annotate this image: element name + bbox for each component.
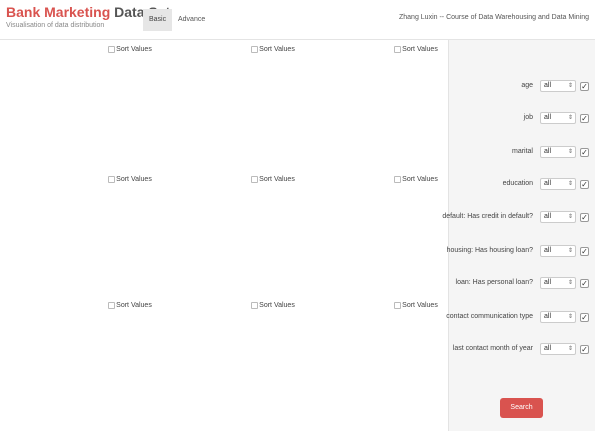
filter-label: education bbox=[502, 180, 533, 187]
education-select[interactable]: all ⇕ bbox=[540, 178, 576, 190]
chart-panel: Sort Values bbox=[198, 296, 348, 416]
age-select[interactable]: all ⇕ bbox=[540, 80, 576, 92]
sort-values-toggle[interactable]: Sort Values bbox=[198, 302, 348, 309]
select-value: all bbox=[544, 114, 552, 121]
search-button[interactable]: Search bbox=[500, 398, 543, 418]
filter-label: loan: Has personal loan? bbox=[455, 279, 533, 286]
select-caret-icon: ⇕ bbox=[567, 181, 573, 187]
sort-values-toggle[interactable]: Sort Values bbox=[198, 46, 348, 53]
select-caret-icon: ⇕ bbox=[567, 115, 573, 121]
select-value: all bbox=[544, 279, 552, 286]
navbar: Bank Marketing Data Set Visualisation of… bbox=[0, 0, 595, 40]
sort-values-label: Sort Values bbox=[402, 46, 438, 53]
contact-checkbox[interactable]: ✓ bbox=[580, 313, 589, 322]
education-checkbox[interactable]: ✓ bbox=[580, 180, 589, 189]
sort-values-label: Sort Values bbox=[259, 302, 295, 309]
filter-label: marital bbox=[511, 148, 533, 155]
select-value: all bbox=[544, 148, 552, 155]
filter-sidebar: age all ⇕ ✓ job all ⇕ ✓ marital all ⇕ ✓ edu… bbox=[442, 40, 595, 431]
contact-select[interactable]: all ⇕ bbox=[540, 311, 576, 323]
filter-label: housing: Has housing loan? bbox=[446, 247, 533, 254]
filter-marital: marital all ⇕ ✓ bbox=[449, 145, 591, 161]
loan-checkbox[interactable]: ✓ bbox=[580, 279, 589, 288]
job-select[interactable]: all ⇕ bbox=[540, 112, 576, 124]
filter-label: default: Has credit in default? bbox=[442, 213, 533, 220]
select-value: all bbox=[544, 213, 552, 220]
select-value: all bbox=[544, 313, 552, 320]
author-credit: Zhang Luxin -- Course of Data Warehousin… bbox=[398, 14, 589, 21]
filter-loan: loan: Has personal loan? all ⇕ ✓ bbox=[449, 276, 591, 292]
sort-values-label: Sort Values bbox=[116, 46, 152, 53]
sort-values-label: Sort Values bbox=[402, 176, 438, 183]
sort-checkbox[interactable] bbox=[108, 302, 116, 309]
default-select[interactable]: all ⇕ bbox=[540, 211, 576, 223]
marital-checkbox[interactable]: ✓ bbox=[580, 148, 589, 157]
loan-select[interactable]: all ⇕ bbox=[540, 277, 576, 289]
chart-panel: Sort Values bbox=[55, 40, 205, 160]
tab-advance[interactable]: Advance bbox=[172, 9, 211, 31]
sort-values-toggle[interactable]: Sort Values bbox=[55, 176, 205, 183]
month-select[interactable]: all ⇕ bbox=[540, 343, 576, 355]
sort-values-label: Sort Values bbox=[259, 176, 295, 183]
select-value: all bbox=[544, 180, 552, 187]
tab-basic[interactable]: Basic bbox=[143, 9, 173, 31]
select-caret-icon: ⇕ bbox=[567, 280, 573, 286]
sort-values-toggle[interactable]: Sort Values bbox=[55, 302, 205, 309]
sort-values-toggle[interactable]: Sort Values bbox=[55, 46, 205, 53]
chart-panel: Sort Values bbox=[55, 296, 205, 416]
sort-values-label: Sort Values bbox=[116, 302, 152, 309]
filter-housing: housing: Has housing loan? all ⇕ ✓ bbox=[446, 244, 591, 260]
sort-checkbox[interactable] bbox=[251, 46, 259, 53]
filter-month: last contact month of year all ⇕ ✓ bbox=[449, 342, 591, 358]
sort-checkbox[interactable] bbox=[394, 176, 402, 183]
age-checkbox[interactable]: ✓ bbox=[580, 82, 589, 91]
app-title-primary: Bank Marketing bbox=[6, 4, 111, 20]
select-value: all bbox=[544, 345, 552, 352]
sort-checkbox[interactable] bbox=[251, 302, 259, 309]
housing-checkbox[interactable]: ✓ bbox=[580, 247, 589, 256]
chart-panel: Sort Values bbox=[55, 170, 205, 290]
filter-label: contact communication type bbox=[446, 313, 533, 320]
month-checkbox[interactable]: ✓ bbox=[580, 345, 589, 354]
sort-values-label: Sort Values bbox=[259, 46, 295, 53]
select-value: all bbox=[544, 82, 552, 89]
filter-education: education all ⇕ ✓ bbox=[449, 177, 591, 193]
filter-job: job all ⇕ ✓ bbox=[449, 111, 591, 127]
select-caret-icon: ⇕ bbox=[567, 346, 573, 352]
default-checkbox[interactable]: ✓ bbox=[580, 213, 589, 222]
select-value: all bbox=[544, 247, 552, 254]
select-caret-icon: ⇕ bbox=[567, 83, 573, 89]
job-checkbox[interactable]: ✓ bbox=[580, 114, 589, 123]
sort-checkbox[interactable] bbox=[108, 176, 116, 183]
filter-age: age all ⇕ ✓ bbox=[449, 79, 591, 95]
sort-checkbox[interactable] bbox=[251, 176, 259, 183]
filter-label: last contact month of year bbox=[452, 345, 533, 352]
filter-default: default: Has credit in default? all ⇕ ✓ bbox=[442, 210, 591, 226]
sort-values-label: Sort Values bbox=[116, 176, 152, 183]
sort-values-toggle[interactable]: Sort Values bbox=[198, 176, 348, 183]
housing-select[interactable]: all ⇕ bbox=[540, 245, 576, 257]
sort-checkbox[interactable] bbox=[394, 46, 402, 53]
select-caret-icon: ⇕ bbox=[567, 248, 573, 254]
select-caret-icon: ⇕ bbox=[567, 214, 573, 220]
sort-values-label: Sort Values bbox=[402, 302, 438, 309]
filter-label: job bbox=[523, 114, 533, 121]
marital-select[interactable]: all ⇕ bbox=[540, 146, 576, 158]
sort-checkbox[interactable] bbox=[108, 46, 116, 53]
select-caret-icon: ⇕ bbox=[567, 149, 573, 155]
chart-grid: Sort Values Sort Values Sort Values Sort… bbox=[0, 40, 448, 431]
filter-contact: contact communication type all ⇕ ✓ bbox=[446, 310, 591, 326]
select-caret-icon: ⇕ bbox=[567, 314, 573, 320]
chart-panel: Sort Values bbox=[198, 40, 348, 160]
sort-checkbox[interactable] bbox=[394, 302, 402, 309]
chart-panel: Sort Values bbox=[198, 170, 348, 290]
filter-label: age bbox=[521, 82, 533, 89]
